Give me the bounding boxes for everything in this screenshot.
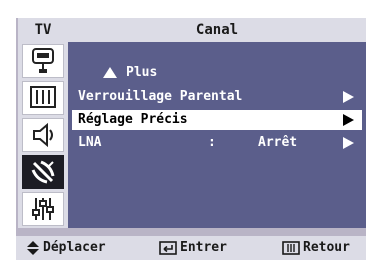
return-label: Retour	[303, 240, 350, 255]
more-label: Plus	[126, 65, 158, 80]
arrow-right-icon	[343, 91, 354, 103]
menu-item-reglage-precis[interactable]: Réglage Précis	[72, 110, 362, 130]
settings-sliders-icon[interactable]	[22, 192, 64, 226]
arrow-right-icon	[343, 114, 354, 126]
input-connector-icon[interactable]	[22, 44, 64, 78]
tv-label: TV	[18, 18, 68, 42]
menu-item-label: LNA	[78, 135, 102, 150]
move-label: Déplacer	[43, 240, 106, 255]
move-hint: Déplacer	[26, 236, 106, 260]
enter-label: Entrer	[180, 240, 227, 255]
menu-item-verrouillage-parental[interactable]: Verrouillage Parental	[72, 87, 362, 107]
up-down-arrow-icon	[27, 241, 39, 255]
return-hint: Retour	[282, 236, 350, 260]
menu-key-icon	[282, 241, 300, 255]
enter-key-icon	[159, 241, 177, 255]
arrow-right-icon	[343, 137, 354, 149]
help-bar: Déplacer Entrer Retour	[16, 236, 366, 260]
up-arrow-icon	[103, 67, 117, 78]
menu-item-label: Verrouillage Parental	[78, 89, 243, 104]
menu-item-lna[interactable]: LNA : Arrêt	[72, 133, 362, 153]
picture-bars-icon[interactable]	[22, 81, 64, 115]
satellite-dish-icon[interactable]	[22, 155, 64, 189]
menu-item-colon: :	[208, 135, 216, 150]
menu-item-label: Réglage Précis	[78, 112, 188, 127]
menu-title: Canal	[68, 18, 366, 42]
enter-hint: Entrer	[159, 236, 227, 260]
menu-item-value: Arrêt	[258, 135, 298, 150]
speaker-icon[interactable]	[22, 118, 64, 152]
